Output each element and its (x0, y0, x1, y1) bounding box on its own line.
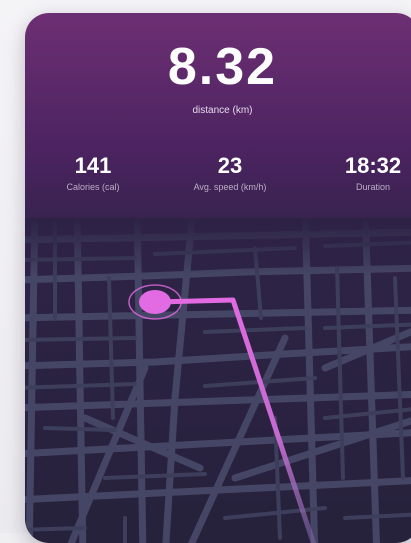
app-frame: 8.32 distance (km) 141 Calories (cal) 23… (0, 0, 411, 543)
distance-label: distance (km) (192, 105, 253, 116)
stat-duration-value: 18:32 (344, 153, 402, 178)
stat-speed: 23 Avg. speed (km/h) (170, 153, 290, 192)
run-summary-card: 8.32 distance (km) 141 Calories (cal) 23… (25, 13, 411, 543)
stat-calories-label: Calories (cal) (66, 182, 120, 192)
stat-duration: 18:32 Duration (313, 153, 411, 192)
route-map[interactable] (25, 218, 411, 543)
stat-calories: 141 Calories (cal) (33, 153, 153, 192)
stat-calories-value: 141 (74, 153, 112, 178)
stat-speed-label: Avg. speed (km/h) (193, 182, 267, 192)
map-fade (25, 218, 411, 543)
distance-value: 8.32 (167, 38, 278, 96)
stat-duration-label: Duration (355, 182, 391, 192)
stat-speed-value: 23 (217, 153, 243, 178)
